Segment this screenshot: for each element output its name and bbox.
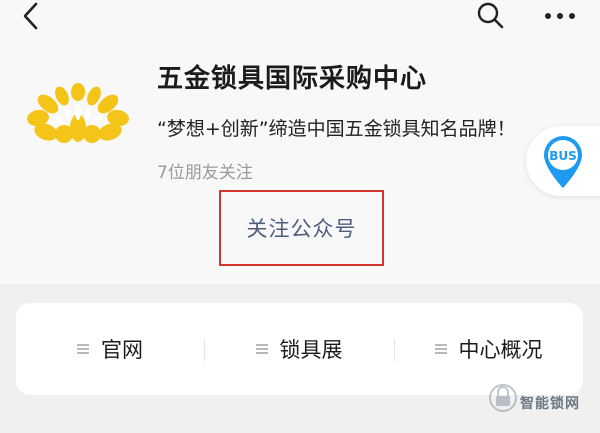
account-slogan: “梦想+创新”缔造中国五金锁具知名品牌！	[157, 118, 516, 140]
bus-location-button[interactable]: BUS	[526, 126, 600, 196]
menu-item-official-site[interactable]: 官网	[16, 303, 204, 395]
back-button[interactable]	[14, 0, 50, 32]
menu-lines-icon	[77, 343, 91, 355]
search-icon	[477, 2, 504, 29]
watermark-text: 智能锁网	[520, 396, 580, 412]
menu-item-label: 锁具展	[279, 338, 343, 362]
follow-button[interactable]: 关注公众号	[219, 190, 384, 266]
account-logo	[26, 82, 130, 144]
chevron-left-icon	[23, 2, 38, 30]
menu-item-label: 中心概况	[458, 338, 543, 362]
bus-label: BUS	[549, 149, 577, 163]
followers-count[interactable]: 7位朋友关注	[157, 158, 253, 183]
chrysanthemum-logo	[27, 83, 129, 143]
menu-lines-icon	[255, 343, 270, 355]
menu-item-lock-expo[interactable]: 锁具展	[204, 303, 394, 395]
search-button[interactable]	[472, 0, 508, 32]
bus-pin-icon: BUS	[544, 136, 582, 188]
menu-item-label: 官网	[101, 338, 143, 362]
menu-lines-icon	[434, 343, 449, 355]
more-horizontal-icon	[545, 13, 575, 19]
more-button[interactable]	[540, 4, 580, 28]
account-name: 五金锁具国际采购中心	[157, 64, 428, 94]
